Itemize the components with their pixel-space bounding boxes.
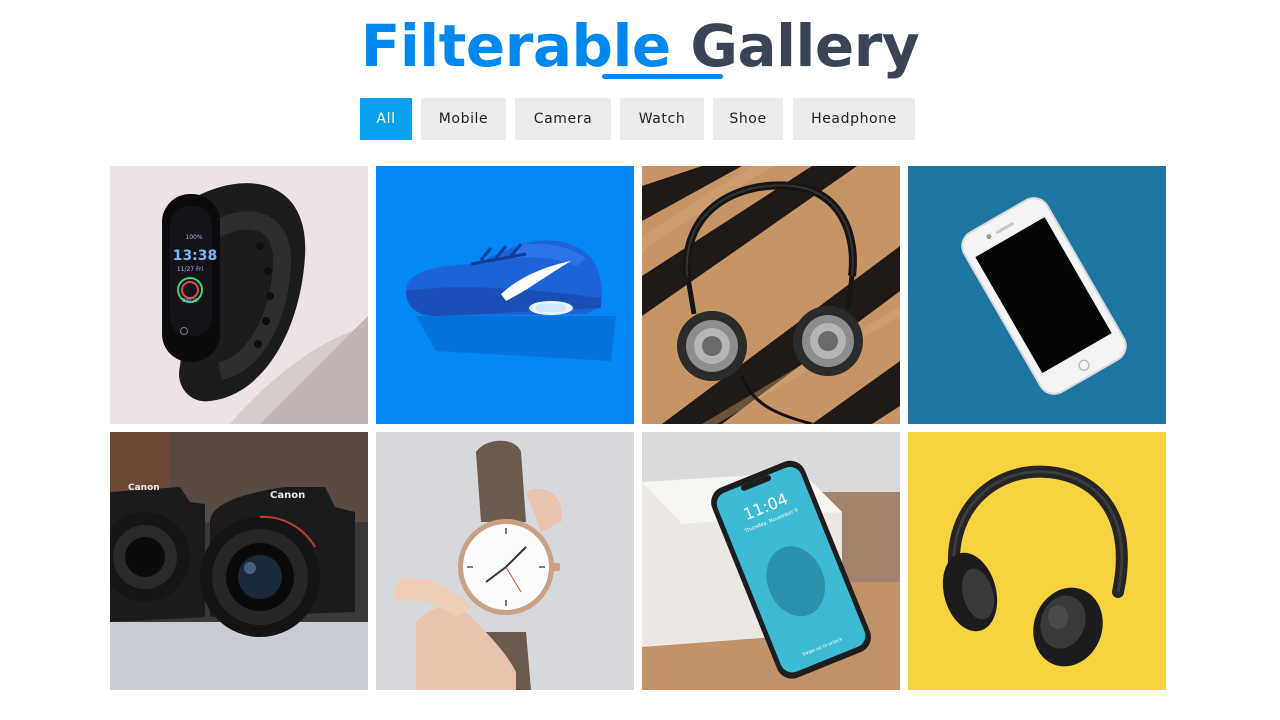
iphone-image: 11:04 Thursday, November 9 Swipe up to u…	[642, 432, 900, 690]
gallery-item-fitness-band[interactable]: 100% 13:38 11/27 Fri 00020	[110, 166, 368, 424]
band-battery-text: 100%	[185, 234, 202, 241]
title-rest: Gallery	[690, 12, 920, 80]
filter-watch-button[interactable]: Watch	[620, 98, 704, 140]
band-date-text: 11/27 Fri	[177, 266, 204, 273]
filter-mobile-button[interactable]: Mobile	[421, 98, 506, 140]
headphones-yellow-image	[908, 432, 1166, 690]
cameras-image: Canon Canon	[110, 432, 368, 690]
headphones-pallet-image	[642, 166, 900, 424]
filter-shoe-button[interactable]: Shoe	[713, 98, 783, 140]
band-time-text: 13:38	[173, 248, 218, 264]
camera-brand-right: Canon	[270, 490, 305, 501]
gallery-grid: 100% 13:38 11/27 Fri 00020 Canon Canon 1…	[110, 166, 1166, 690]
page-title: Filterable Gallery	[0, 10, 1280, 82]
filter-camera-button[interactable]: Camera	[515, 98, 611, 140]
title-underline	[602, 74, 723, 79]
gallery-item-cameras[interactable]: Canon Canon	[110, 432, 368, 690]
band-steps-text: 00020	[182, 298, 198, 304]
fitness-band-image: 100% 13:38 11/27 Fri 00020	[110, 166, 368, 424]
white-phone-image	[908, 166, 1166, 424]
gallery-item-iphone[interactable]: 11:04 Thursday, November 9 Swipe up to u…	[642, 432, 900, 690]
filter-headphone-button[interactable]: Headphone	[793, 98, 915, 140]
gallery-item-sneaker[interactable]	[376, 166, 634, 424]
filter-all-button[interactable]: All	[360, 98, 412, 140]
gallery-item-wristwatch[interactable]	[376, 432, 634, 690]
gallery-item-headphones-pallet[interactable]	[642, 166, 900, 424]
title-highlight: Filterable	[360, 12, 691, 80]
gallery-item-headphones-yellow[interactable]	[908, 432, 1166, 690]
wristwatch-image	[376, 432, 634, 690]
sneaker-image	[376, 166, 634, 424]
gallery-item-white-phone[interactable]	[908, 166, 1166, 424]
camera-brand-left: Canon	[128, 483, 160, 493]
